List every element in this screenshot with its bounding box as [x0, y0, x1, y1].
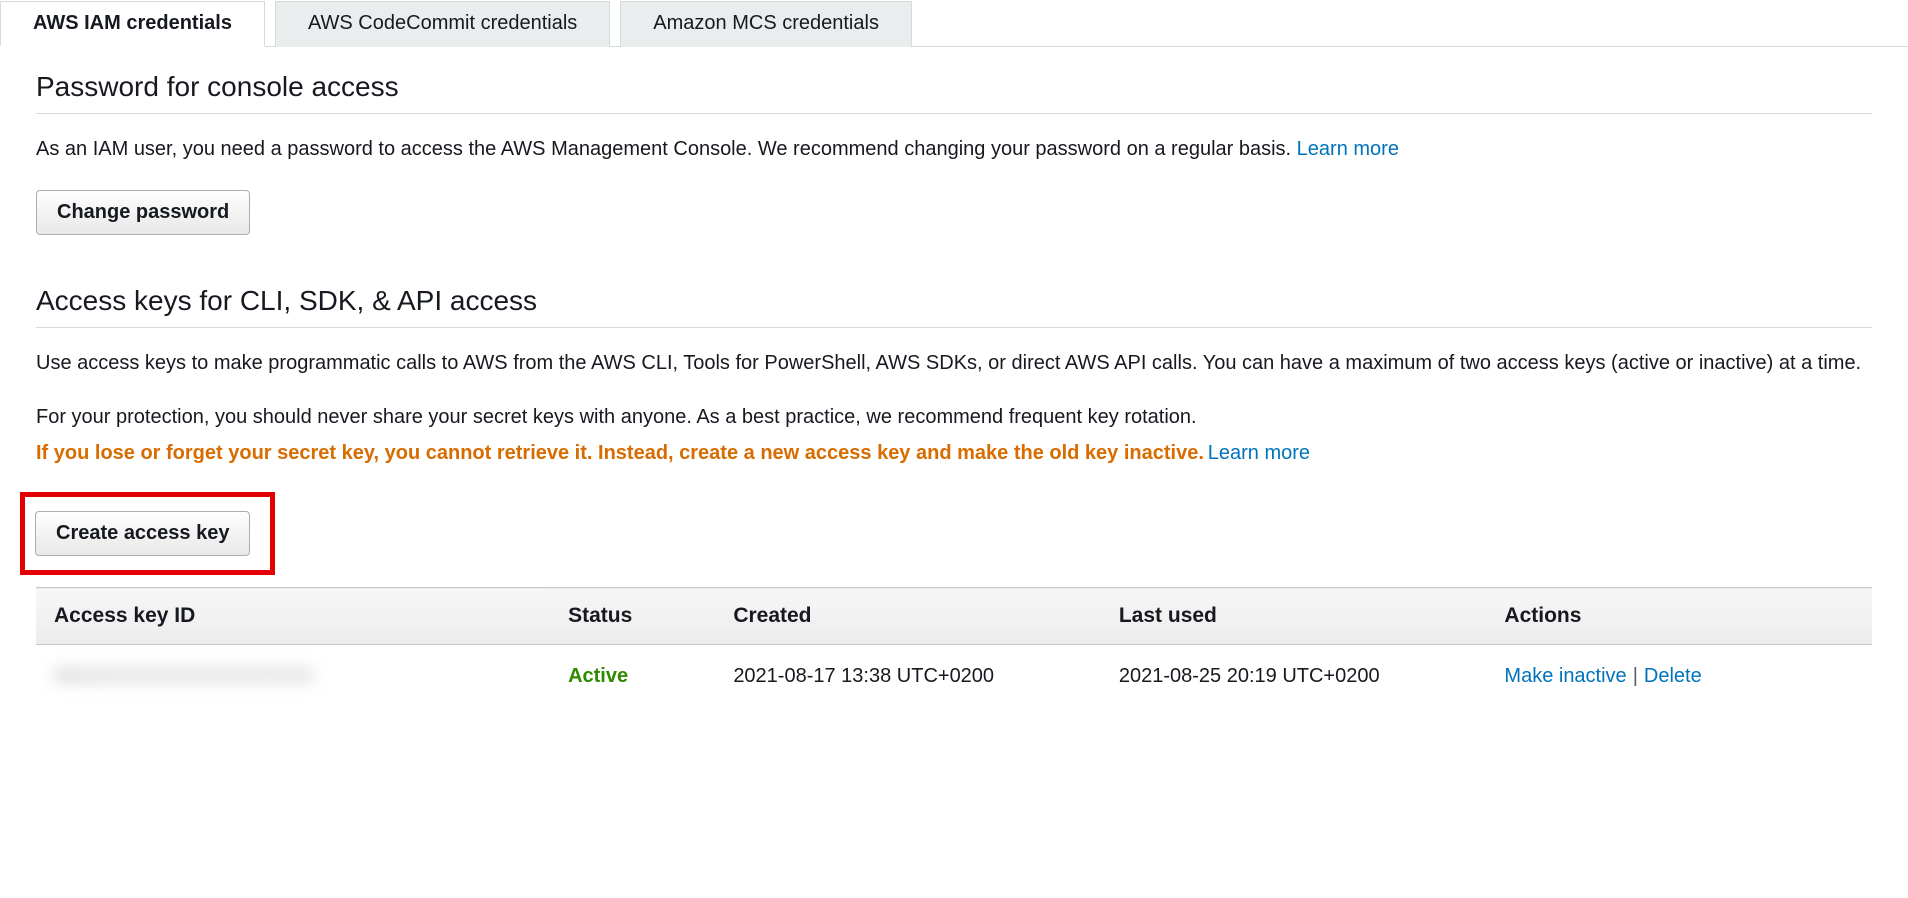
- create-access-key-highlight: Create access key: [20, 492, 275, 575]
- access-keys-description-2: For your protection, you should never sh…: [36, 402, 1872, 432]
- access-keys-learn-more-link[interactable]: Learn more: [1208, 442, 1310, 464]
- last-used-value: 2021-08-25 20:19 UTC+0200: [1101, 645, 1487, 709]
- password-learn-more-link[interactable]: Learn more: [1297, 138, 1399, 160]
- col-access-key-id: Access key ID: [36, 588, 550, 645]
- status-badge: Active: [568, 665, 628, 687]
- access-keys-description-1: Use access keys to make programmatic cal…: [36, 348, 1872, 378]
- create-access-key-button[interactable]: Create access key: [35, 511, 250, 556]
- table-row: AKIAXXXXXXXXXXXXXXXX Active 2021-08-17 1…: [36, 645, 1872, 709]
- delete-link[interactable]: Delete: [1644, 665, 1702, 687]
- created-value: 2021-08-17 13:38 UTC+0200: [715, 645, 1101, 709]
- make-inactive-link[interactable]: Make inactive: [1504, 665, 1626, 687]
- access-keys-warning: If you lose or forget your secret key, y…: [36, 442, 1204, 464]
- access-keys-section-title: Access keys for CLI, SDK, & API access: [36, 285, 1872, 328]
- password-section-title: Password for console access: [36, 71, 1872, 114]
- col-last-used: Last used: [1101, 588, 1487, 645]
- tab-codecommit-credentials[interactable]: AWS CodeCommit credentials: [275, 1, 610, 47]
- col-status: Status: [550, 588, 715, 645]
- password-section-description: As an IAM user, you need a password to a…: [36, 134, 1872, 164]
- access-keys-table: Access key ID Status Created Last used A…: [36, 587, 1872, 708]
- tab-iam-credentials[interactable]: AWS IAM credentials: [0, 1, 265, 47]
- tab-mcs-credentials[interactable]: Amazon MCS credentials: [620, 1, 912, 47]
- access-key-id-value: AKIAXXXXXXXXXXXXXXXX: [54, 665, 313, 687]
- col-created: Created: [715, 588, 1101, 645]
- col-actions: Actions: [1486, 588, 1872, 645]
- change-password-button[interactable]: Change password: [36, 190, 250, 235]
